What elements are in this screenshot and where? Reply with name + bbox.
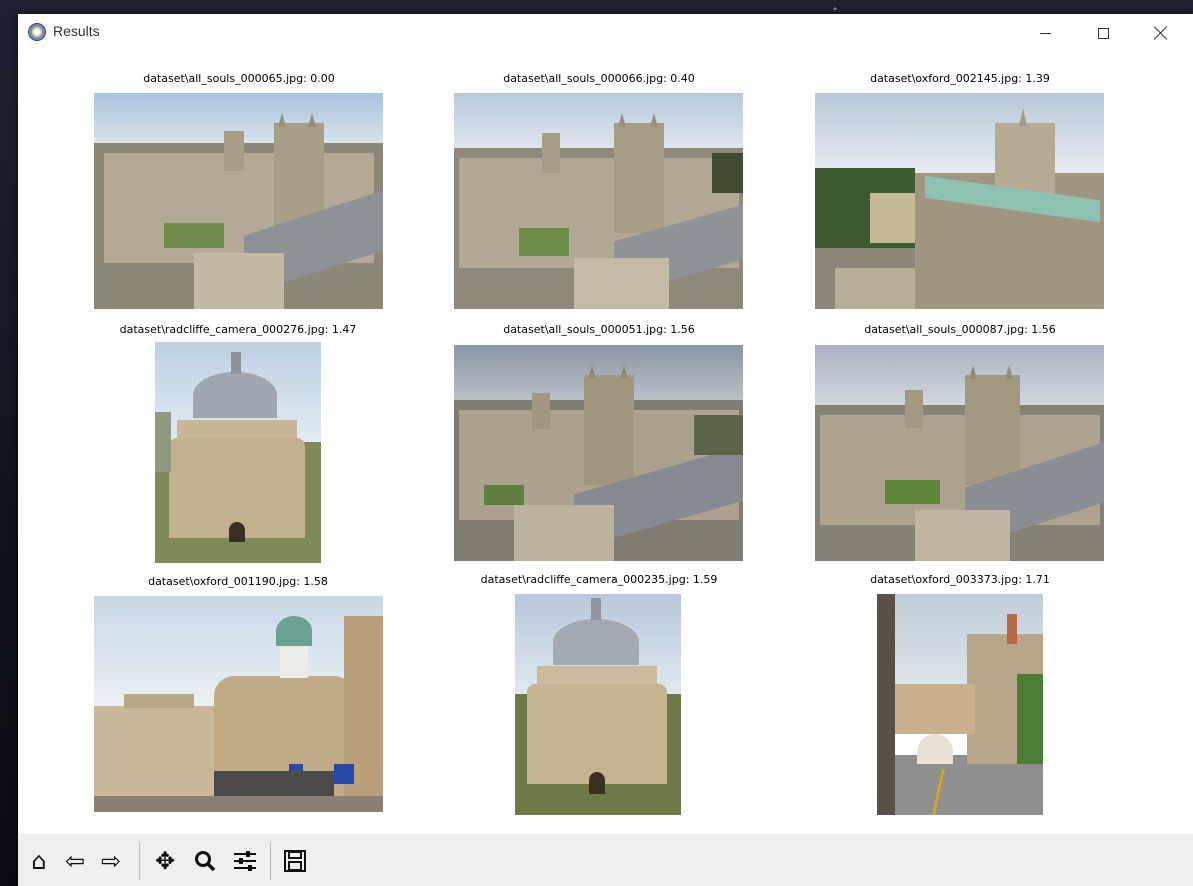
- result-caption: dataset\oxford_002145.jpg: 1.39: [870, 72, 1050, 85]
- forward-button[interactable]: ⇨: [94, 844, 128, 878]
- minimize-button[interactable]: [1016, 14, 1074, 52]
- window-title: Results: [53, 23, 100, 39]
- magnifier-icon: [195, 851, 216, 872]
- save-button[interactable]: [278, 844, 312, 878]
- back-button[interactable]: ⇦: [58, 844, 92, 878]
- forward-arrow-icon: ⇨: [100, 847, 122, 875]
- title-bar[interactable]: Results: [18, 14, 1193, 52]
- result-image: [94, 596, 383, 812]
- result-image: [877, 594, 1043, 815]
- result-image: [94, 93, 383, 309]
- back-arrow-icon: ⇦: [64, 847, 86, 875]
- zoom-button[interactable]: [188, 844, 222, 878]
- result-image: [515, 594, 681, 815]
- home-icon: ⌂: [31, 847, 47, 875]
- result-caption: dataset\all_souls_000065.jpg: 0.00: [143, 72, 335, 85]
- toolbar-divider: [270, 842, 271, 880]
- result-image: [454, 345, 743, 561]
- result-caption: dataset\oxford_003373.jpg: 1.71: [870, 573, 1050, 586]
- figure-canvas[interactable]: dataset\all_souls_000065.jpg: 0.00 datas…: [18, 52, 1193, 834]
- result-caption: dataset\radcliffe_camera_000235.jpg: 1.5…: [480, 573, 718, 586]
- close-icon: [1154, 26, 1168, 40]
- result-image: [155, 342, 321, 563]
- result-caption: dataset\all_souls_000066.jpg: 0.40: [503, 72, 695, 85]
- result-caption: dataset\oxford_001190.jpg: 1.58: [148, 575, 328, 588]
- home-button[interactable]: ⌂: [22, 844, 56, 878]
- toolbar-divider: [139, 842, 140, 880]
- navigation-toolbar: ⌂ ⇦ ⇨ ✥: [18, 834, 1193, 886]
- pan-button[interactable]: ✥: [148, 844, 182, 878]
- results-window: Results dataset\all_souls_000065.jpg: 0.…: [18, 14, 1193, 886]
- result-image: [815, 345, 1104, 561]
- result-caption: dataset\all_souls_000087.jpg: 1.56: [864, 323, 1056, 336]
- close-button[interactable]: [1132, 14, 1190, 52]
- result-image: [454, 93, 743, 309]
- maximize-icon: [1097, 27, 1109, 39]
- save-icon: [284, 850, 306, 872]
- sliders-icon: [234, 851, 256, 871]
- move-icon: ✥: [154, 847, 176, 875]
- app-icon: [28, 23, 46, 41]
- configure-subplots-button[interactable]: [228, 844, 262, 878]
- maximize-button[interactable]: [1074, 14, 1132, 52]
- result-caption: dataset\all_souls_000051.jpg: 1.56: [503, 323, 695, 336]
- minimize-icon: [1039, 32, 1051, 34]
- result-caption: dataset\radcliffe_camera_000276.jpg: 1.4…: [119, 323, 357, 336]
- result-image: [815, 93, 1104, 309]
